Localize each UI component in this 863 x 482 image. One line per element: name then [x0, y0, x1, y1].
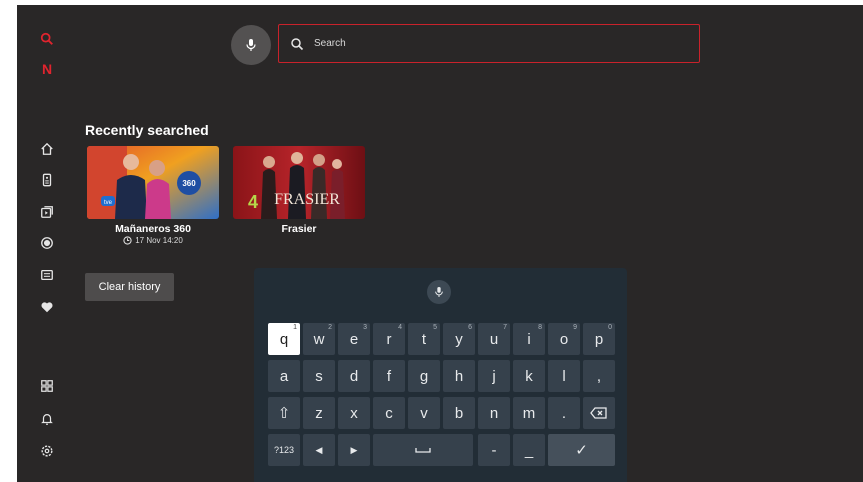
key[interactable]: v — [408, 397, 440, 429]
space-icon — [415, 448, 431, 453]
recently-searched-heading: Recently searched — [85, 122, 209, 138]
numbers-key[interactable]: ?123 — [268, 434, 300, 466]
netflix-logo-icon[interactable]: N — [39, 61, 55, 77]
key[interactable]: a — [268, 360, 300, 392]
key[interactable]: e3 — [338, 323, 370, 355]
key[interactable]: t5 — [408, 323, 440, 355]
key[interactable]: q1 — [268, 323, 300, 355]
key[interactable]: o9 — [548, 323, 580, 355]
recent-item-subtitle: 17 Nov 14:20 — [135, 236, 183, 245]
key[interactable]: w2 — [303, 323, 335, 355]
settings-icon[interactable] — [39, 443, 55, 459]
key[interactable]: p0 — [583, 323, 615, 355]
space-key[interactable] — [373, 434, 473, 466]
key[interactable]: u7 — [478, 323, 510, 355]
record-icon[interactable] — [39, 235, 55, 251]
show-badge: 360 — [182, 179, 196, 188]
microphone-icon — [246, 39, 256, 51]
tv-screen: N Search Recently searched 360 tve Mañan… — [17, 5, 863, 482]
key[interactable]: z — [303, 397, 335, 429]
key[interactable]: s — [303, 360, 335, 392]
recent-item-thumbnail[interactable]: 360 tve — [87, 146, 219, 219]
cursor-right-key[interactable]: ▶ — [338, 434, 370, 466]
key[interactable]: m — [513, 397, 545, 429]
key[interactable]: j — [478, 360, 510, 392]
shift-key[interactable]: ⇧ — [268, 397, 300, 429]
key[interactable]: h — [443, 360, 475, 392]
clear-history-button[interactable]: Clear history — [85, 273, 174, 301]
backspace-key[interactable] — [583, 397, 615, 429]
key[interactable]: g — [408, 360, 440, 392]
keyboard-voice-button[interactable] — [427, 280, 451, 304]
backspace-icon — [590, 407, 607, 419]
grid-icon[interactable] — [39, 378, 55, 394]
clock-icon — [123, 236, 132, 245]
voice-search-button[interactable] — [231, 25, 271, 65]
recent-item-thumbnail[interactable]: FRASIER 4 — [233, 146, 365, 219]
remote-icon[interactable] — [39, 172, 55, 188]
cursor-left-key[interactable]: ◀ — [303, 434, 335, 466]
apps-icon[interactable] — [39, 204, 55, 220]
key[interactable]: i8 — [513, 323, 545, 355]
key[interactable]: x — [338, 397, 370, 429]
key[interactable]: b — [443, 397, 475, 429]
show-badge: FRASIER — [274, 191, 340, 208]
key[interactable]: k — [513, 360, 545, 392]
microphone-icon — [435, 287, 443, 297]
key[interactable]: . — [548, 397, 580, 429]
done-key[interactable]: ✓ — [548, 434, 615, 466]
channel-badge: tve — [104, 200, 113, 206]
search-input[interactable] — [312, 37, 676, 50]
underscore-key[interactable]: _ — [513, 434, 545, 466]
key[interactable]: r4 — [373, 323, 405, 355]
key[interactable]: n — [478, 397, 510, 429]
key[interactable]: l — [548, 360, 580, 392]
on-screen-keyboard: q1 w2 e3 r4 t5 y6 u7 i8 o9 p0 a s d f g … — [254, 268, 627, 482]
key[interactable]: c — [373, 397, 405, 429]
recent-item-timestamp: 17 Nov 14:20 — [87, 236, 219, 245]
key[interactable]: f — [373, 360, 405, 392]
home-icon[interactable] — [39, 141, 55, 157]
search-bar[interactable] — [278, 24, 700, 63]
favorites-icon[interactable] — [39, 299, 55, 315]
recent-item-title: Frasier — [281, 223, 317, 235]
channel-badge: 4 — [248, 192, 258, 212]
key[interactable]: y6 — [443, 323, 475, 355]
search-icon[interactable] — [39, 31, 55, 47]
dash-key[interactable]: - — [478, 434, 510, 466]
key[interactable]: , — [583, 360, 615, 392]
search-icon — [290, 37, 304, 51]
guide-icon[interactable] — [39, 267, 55, 283]
key[interactable]: d — [338, 360, 370, 392]
recent-item-title: Mañaneros 360 — [115, 223, 191, 235]
bell-icon[interactable] — [39, 411, 55, 427]
